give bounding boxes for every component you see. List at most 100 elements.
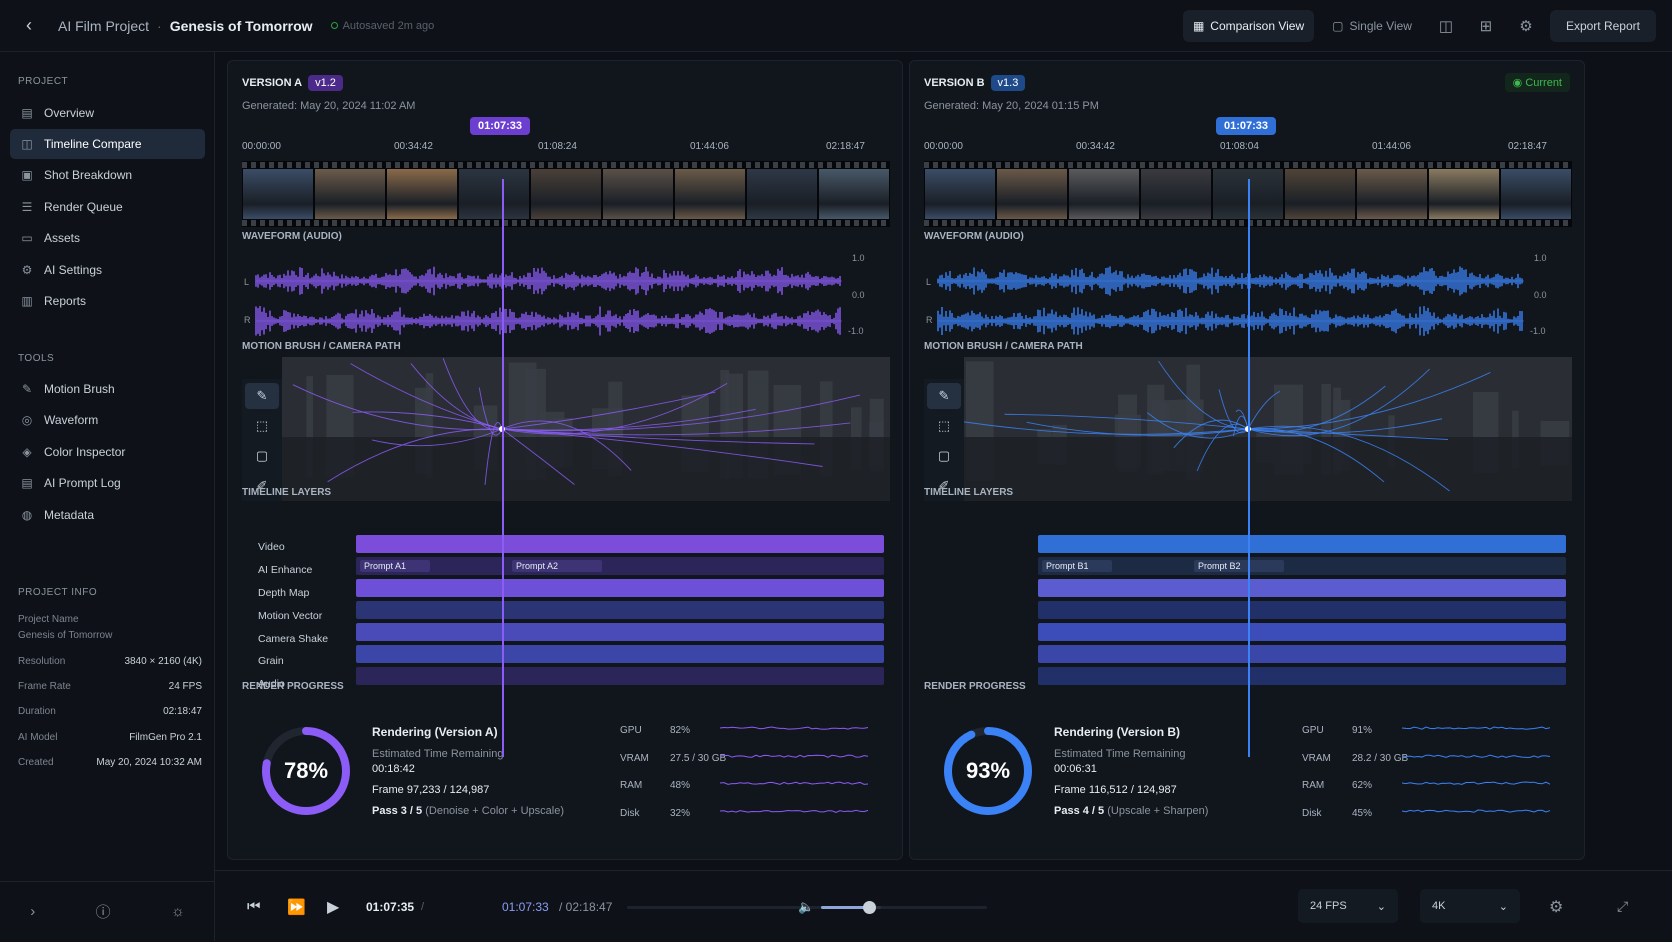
info-value: 24 FPS [168,681,202,692]
sidebar-item-timeline-compare[interactable]: ◫ Timeline Compare [10,129,205,159]
stat-sparkline [720,754,869,758]
sparkline-path [720,754,869,758]
sidebar-item-render-queue[interactable]: ☰ Render Queue [10,192,205,222]
step-forward-icon[interactable]: ⏩ [287,871,306,942]
sidebar-item-assets[interactable]: ▭ Assets [10,223,205,253]
playback-bar: ⏮ ⏩ ▶ 01:07:35 / 01:07:33 / 02:18:47 🔈 2… [215,870,1672,941]
playhead-time[interactable]: 01:07:33 [470,117,531,135]
play-icon[interactable]: ▶ [327,871,339,942]
playhead-line[interactable] [1248,179,1250,757]
brush-tool-icon[interactable]: ✎ [927,383,961,409]
stat-percent: 32% [670,807,691,819]
layer-names [940,536,1040,696]
prompt-chip[interactable]: Prompt B2 [1194,560,1284,572]
playhead-time[interactable]: 01:07:33 [1216,117,1277,135]
layer-track[interactable] [1038,623,1566,641]
rectangle-tool-icon[interactable]: ▢ [927,443,961,469]
render-progress-label: RENDER PROGRESS [924,681,1026,692]
page-title: Genesis of Tomorrow [169,17,313,34]
quad-layout-icon[interactable]: ⊞ [1470,10,1502,42]
breadcrumb-project[interactable]: AI Film Project [58,18,149,34]
film-frame [1429,169,1499,219]
time-ruler[interactable]: 00:00:00 00:34:42 01:08:24 01:44:06 02:18:47 [242,141,890,155]
sidebar-item-label: Overview [44,106,95,120]
motion-canvas[interactable] [242,357,890,501]
film-frame [997,169,1067,219]
layer-track[interactable] [1038,579,1566,597]
layer-track[interactable] [1038,601,1566,619]
stat-name: Disk [1302,807,1322,819]
comparison-view-label: Comparison View [1210,19,1305,33]
sparkline-path [720,781,869,785]
sidebar-item-metadata[interactable]: ◍ Metadata [10,500,205,530]
marquee-select-icon[interactable]: ⬚ [245,413,279,439]
sidebar-item-label: Render Queue [44,200,123,214]
playhead-line[interactable] [502,179,504,757]
single-view-button[interactable]: ▢ Single View [1322,10,1422,42]
project-info-title: PROJECT INFO [18,587,98,598]
rectangle-tool-icon[interactable]: ▢ [245,443,279,469]
sidebar-item-shot-breakdown[interactable]: ▣ Shot Breakdown [10,160,205,190]
settings-gear-icon[interactable]: ⚙ [1510,10,1542,42]
sidebar-item-waveform[interactable]: ◎ Waveform [10,405,205,435]
volume-icon[interactable]: 🔈 [798,871,814,942]
fps-value: 24 FPS [1310,900,1347,912]
render-progress-label: RENDER PROGRESS [242,681,344,692]
timeline-layers-label: TIMELINE LAYERS [242,487,332,498]
quality-dropdown[interactable]: 4K ⌄ [1420,889,1520,923]
grid-icon: ▦ [1192,19,1205,33]
time-ruler[interactable]: 00:00:00 00:34:42 01:08:04 01:44:06 02:18:47 [924,141,1572,155]
autosave-status: Autosaved 2m ago [330,20,434,32]
prompt-chip[interactable]: Prompt A1 [360,560,430,572]
layer-track[interactable]: Prompt B1 Prompt B2 [1038,557,1566,575]
version-header: VERSION A v1.2 [242,75,343,91]
marquee-select-icon[interactable]: ⬚ [927,413,961,439]
expand-chevron-icon[interactable]: › [30,903,35,920]
info-value: May 20, 2024 10:32 AM [96,757,202,768]
stat-sparkline [720,726,869,730]
sidebar-item-overview[interactable]: ▤ Overview [10,98,205,128]
export-report-button[interactable]: Export Report [1549,10,1656,42]
wave-scale-bottom: -1.0 [1530,326,1546,336]
fps-dropdown[interactable]: 24 FPS ⌄ [1298,889,1398,923]
info-value: FilmGen Pro 2.1 [129,732,202,743]
layer-track[interactable] [1038,535,1566,553]
render-pass: Pass 4 / 5 (Upscale + Sharpen) [1054,805,1208,817]
volume-knob[interactable] [863,901,876,914]
info-value: 02:18:47 [163,706,202,717]
sidebar-item-ai-settings[interactable]: ⚙ AI Settings [10,255,205,285]
film-frame [747,169,817,219]
layer-track[interactable] [356,579,884,597]
wave-channel-right: R [244,315,251,325]
film-frame [315,169,385,219]
sidebar-item-color-inspector[interactable]: ◈ Color Inspector [10,437,205,467]
film-frame [1501,169,1571,219]
film-strip[interactable] [242,161,890,227]
sidebar-item-reports[interactable]: ▥ Reports [10,286,205,316]
layer-track[interactable] [356,535,884,553]
waveform-chart[interactable] [242,251,890,339]
back-icon[interactable]: ‹ [16,13,42,39]
prompt-chip[interactable]: Prompt B1 [1042,560,1112,572]
fullscreen-icon[interactable]: ⤢ [1617,871,1628,942]
split-layout-icon[interactable]: ◫ [1430,10,1462,42]
help-icon[interactable]: ⓘ [96,901,111,922]
sidebar-item-ai-prompt-log[interactable]: ▤ AI Prompt Log [10,468,205,498]
playback-settings-icon[interactable]: ⚙ [1549,871,1563,942]
layer-track[interactable]: Prompt A1 Prompt A2 [356,557,884,575]
prompt-chip[interactable]: Prompt A2 [512,560,602,572]
volume-slider[interactable] [821,901,881,914]
layer-track[interactable] [356,645,884,663]
layer-track[interactable] [356,623,884,641]
theme-sun-icon[interactable]: ☼ [171,903,185,920]
brush-tool-icon[interactable]: ✎ [245,383,279,409]
sidebar-item-motion-brush[interactable]: ✎ Motion Brush [10,374,205,404]
comparison-view-button[interactable]: ▦ Comparison View [1182,10,1315,42]
layer-track[interactable] [356,601,884,619]
skip-back-icon[interactable]: ⏮ [247,871,261,942]
resource-stats: GPU 82% VRAM 27.5 / 30 GB RAM 48% Disk 32% [620,725,880,835]
wave-scale-mid: 0.0 [1534,290,1547,300]
layer-track[interactable] [1038,645,1566,663]
stat-sparkline [1402,754,1551,758]
pass-detail: (Denoise + Color + Upscale) [425,805,565,817]
